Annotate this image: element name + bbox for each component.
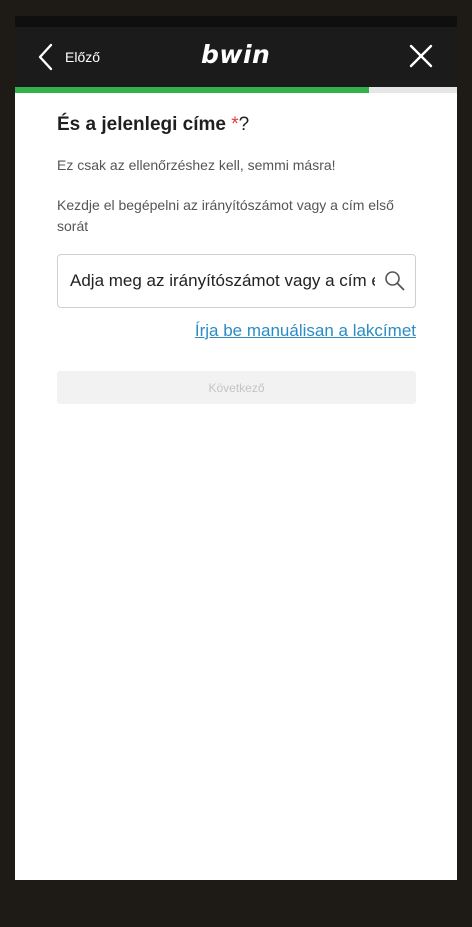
page-title: És a jelenlegi címe *? bbox=[57, 114, 249, 136]
registration-screen: Előző bwin És a jelenlegi címe *? Ez csa… bbox=[15, 27, 457, 880]
address-search-box bbox=[57, 254, 416, 308]
status-bar bbox=[15, 16, 457, 27]
progress-bar bbox=[15, 87, 457, 93]
close-icon bbox=[409, 44, 433, 72]
page-title-suffix: ? bbox=[238, 114, 250, 135]
helper-text: Kezdje el begépelni az irányítószámot va… bbox=[57, 197, 394, 234]
back-button[interactable]: Előző bbox=[37, 41, 100, 73]
required-asterisk: * bbox=[231, 114, 239, 135]
back-label: Előző bbox=[65, 49, 101, 65]
chevron-left-icon bbox=[37, 43, 53, 71]
top-bar: Előző bwin bbox=[15, 27, 457, 87]
next-button[interactable]: Következő bbox=[57, 371, 416, 404]
search-icon[interactable] bbox=[384, 270, 405, 291]
manual-address-link[interactable]: Írja be manuálisan a lakcímet bbox=[195, 321, 416, 341]
progress-bar-fill bbox=[15, 87, 369, 93]
bwin-logo: bwin bbox=[201, 40, 271, 69]
address-search-input[interactable] bbox=[70, 255, 375, 307]
subtitle-text: Ez csak az ellenőrzéshez kell, semmi más… bbox=[57, 157, 336, 173]
page-title-text: És a jelenlegi címe bbox=[57, 114, 232, 135]
close-button[interactable] bbox=[409, 44, 433, 68]
